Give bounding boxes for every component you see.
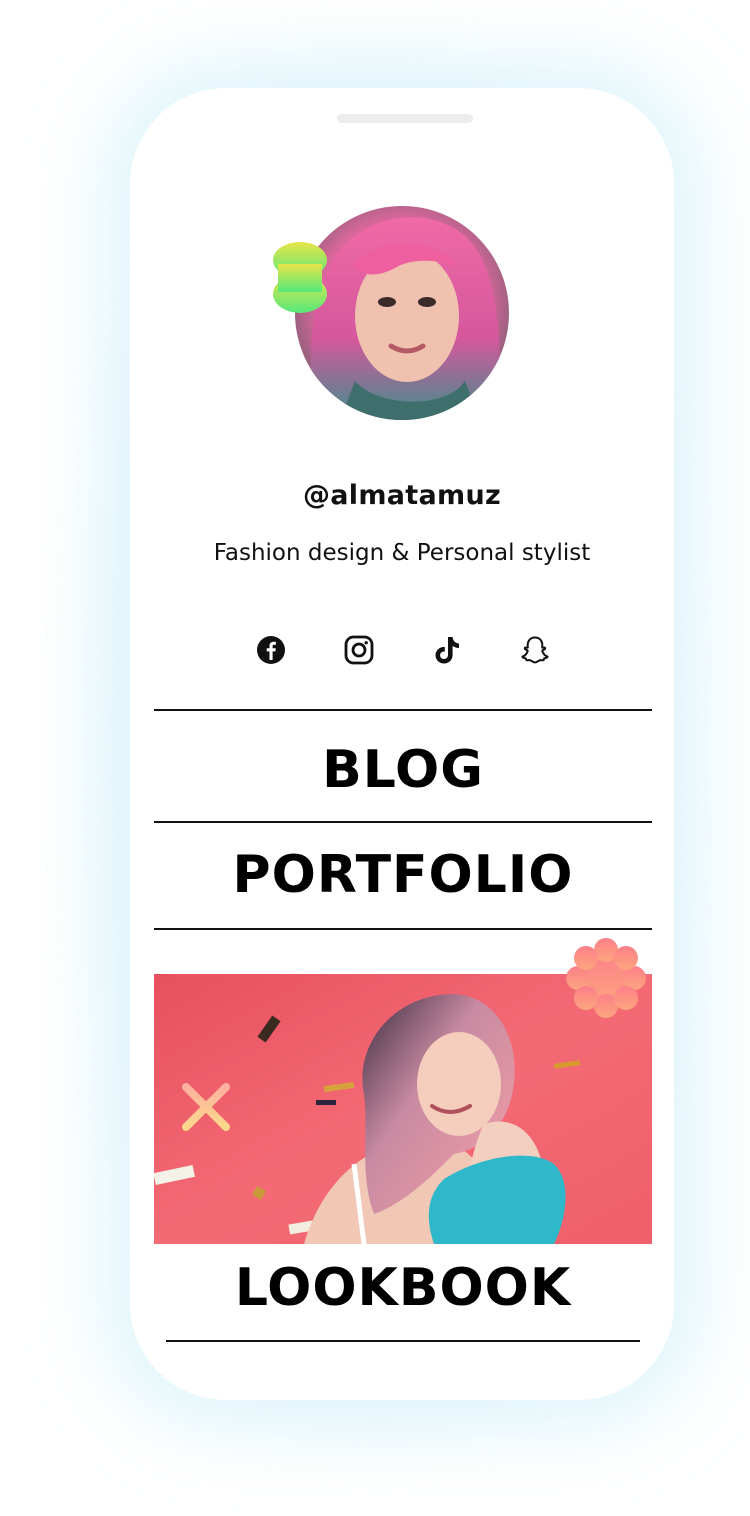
instagram-link[interactable]	[342, 633, 376, 667]
instagram-icon	[344, 635, 374, 665]
blog-link[interactable]: BLOG	[154, 740, 652, 800]
tiktok-link[interactable]	[430, 633, 464, 667]
portfolio-link[interactable]: PORTFOLIO	[154, 845, 652, 905]
divider	[154, 709, 652, 711]
snapchat-link[interactable]	[518, 633, 552, 667]
divider	[154, 928, 652, 930]
facebook-link[interactable]	[254, 633, 288, 667]
lookbook-link[interactable]: LOOKBOOK	[154, 1258, 652, 1318]
flower-badge-icon	[566, 938, 646, 1018]
social-links	[130, 633, 674, 665]
phone-notch	[337, 114, 473, 123]
gradient-blob-icon	[273, 242, 327, 313]
tiktok-icon	[435, 637, 459, 664]
phone-frame: @almatamuz Fashion design & Personal sty…	[130, 88, 674, 1400]
profile-username: @almatamuz	[302, 480, 502, 511]
divider	[154, 821, 652, 823]
profile-bio: Fashion design & Personal stylist	[213, 540, 591, 566]
facebook-icon	[257, 636, 285, 664]
snapchat-icon	[521, 636, 549, 664]
divider	[166, 1340, 640, 1342]
